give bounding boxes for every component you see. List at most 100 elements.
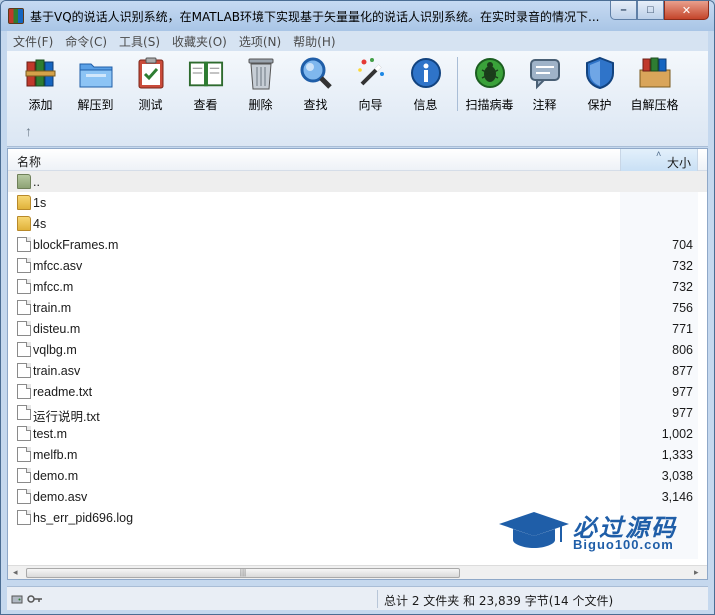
- protect-button[interactable]: 保护: [572, 55, 627, 113]
- watermark-subtitle: Biguo100.com: [573, 537, 674, 552]
- file-name: vqlbg.m: [33, 343, 77, 357]
- comment-button[interactable]: 注释: [517, 55, 572, 113]
- file-row[interactable]: ..: [8, 171, 707, 192]
- sfx-button[interactable]: 自解压格: [627, 55, 682, 113]
- menu-commands[interactable]: 命令(C): [59, 33, 113, 50]
- add-label: 添加: [28, 98, 53, 112]
- file-rows: .. 1s 4s blockFrames.m 704 mfcc.asv 732 mfcc.m 7…: [8, 171, 707, 528]
- scan-virus-button[interactable]: 扫描病毒: [462, 55, 517, 113]
- scroll-right-arrow[interactable]: ▸: [694, 567, 699, 578]
- file-icon: [17, 426, 31, 441]
- parent-folder-icon: [17, 174, 31, 189]
- file-row[interactable]: 1s: [8, 192, 707, 213]
- comment-icon: [527, 55, 563, 91]
- file-name: train.m: [33, 301, 72, 315]
- title-bar[interactable]: 基于VQ的说话人识别系统，在MATLAB环境下实现基于矢量量化的说话人识别系统。…: [1, 1, 714, 31]
- file-icon: [17, 342, 31, 357]
- info-label: 信息: [413, 98, 438, 112]
- status-icons: [11, 593, 43, 605]
- file-size: 877: [672, 364, 693, 378]
- file-icon: [17, 468, 31, 483]
- info-button[interactable]: 信息: [398, 55, 453, 113]
- file-row[interactable]: 运行说明.txt 977: [8, 402, 707, 424]
- file-icon: [17, 405, 31, 420]
- view-button[interactable]: 查看: [178, 55, 233, 113]
- magic-wand-icon: [353, 55, 389, 91]
- file-icon: [17, 489, 31, 504]
- menu-tools[interactable]: 工具(S): [113, 33, 166, 50]
- status-bar: 总计 2 文件夹 和 23,839 字节(14 个文件): [7, 586, 708, 610]
- up-folder-icon[interactable]: ↑: [25, 123, 32, 139]
- file-row[interactable]: mfcc.asv 732: [8, 255, 707, 276]
- file-row[interactable]: mfcc.m 732: [8, 276, 707, 297]
- file-icon: [17, 279, 31, 294]
- open-book-icon: [188, 55, 224, 91]
- file-icon: [17, 447, 31, 462]
- find-label: 查找: [303, 98, 328, 112]
- file-name: 1s: [33, 196, 47, 210]
- test-button[interactable]: 测试: [123, 55, 178, 113]
- wizard-button[interactable]: 向导: [343, 55, 398, 113]
- file-size: 704: [672, 238, 693, 252]
- menu-bar: 文件(F) 命令(C) 工具(S) 收藏夹(O) 选项(N) 帮助(H): [7, 31, 708, 51]
- file-name: hs_err_pid696.log: [33, 511, 134, 525]
- file-icon: [17, 363, 31, 378]
- scroll-left-arrow[interactable]: ◂: [13, 567, 18, 578]
- file-row[interactable]: train.asv 877: [8, 360, 707, 381]
- column-header-name[interactable]: 名称: [17, 153, 41, 170]
- file-icon: [17, 321, 31, 336]
- key-icon[interactable]: [27, 593, 43, 605]
- trash-icon: [243, 55, 279, 91]
- menu-options[interactable]: 选项(N): [233, 33, 287, 50]
- file-icon: [17, 510, 31, 525]
- file-row[interactable]: train.m 756: [8, 297, 707, 318]
- window-title: 基于VQ的说话人识别系统，在MATLAB环境下实现基于矢量量化的说话人识别系统。…: [30, 9, 600, 24]
- file-name: mfcc.asv: [33, 259, 83, 273]
- winrar-app-icon[interactable]: [8, 8, 24, 24]
- file-size: 3,146: [661, 490, 693, 504]
- wizard-label: 向导: [358, 98, 383, 112]
- file-row[interactable]: readme.txt 977: [8, 381, 707, 402]
- file-row[interactable]: melfb.m 1,333: [8, 444, 707, 465]
- file-name: melfb.m: [33, 448, 78, 462]
- add-button[interactable]: 添加: [13, 55, 68, 113]
- horizontal-scrollbar[interactable]: ◂ ||| ▸: [8, 565, 707, 579]
- file-name: test.m: [33, 427, 68, 441]
- file-size: 732: [672, 259, 693, 273]
- status-summary: 总计 2 文件夹 和 23,839 字节(14 个文件): [384, 594, 614, 608]
- file-size: 977: [672, 385, 693, 399]
- file-row[interactable]: demo.m 3,038: [8, 465, 707, 486]
- delete-label: 删除: [248, 98, 273, 112]
- scrollbar-thumb[interactable]: |||: [26, 568, 460, 578]
- close-button[interactable]: ✕: [664, 1, 709, 20]
- shield-icon: [582, 55, 618, 91]
- virus-scan-icon: [472, 55, 508, 91]
- maximize-button[interactable]: □: [637, 1, 664, 20]
- file-row[interactable]: test.m 1,002: [8, 423, 707, 444]
- file-row[interactable]: 4s: [8, 213, 707, 234]
- books-icon: [23, 55, 59, 91]
- menu-help[interactable]: 帮助(H): [287, 33, 341, 50]
- folder-icon: [17, 195, 31, 210]
- sort-ascending-icon: ˄: [656, 149, 662, 159]
- file-row[interactable]: vqlbg.m 806: [8, 339, 707, 360]
- file-name: demo.asv: [33, 490, 88, 504]
- info-icon: [408, 55, 444, 91]
- delete-button[interactable]: 删除: [233, 55, 288, 113]
- minimize-button[interactable]: –: [610, 1, 637, 20]
- file-row[interactable]: disteu.m 771: [8, 318, 707, 339]
- drive-icon[interactable]: [11, 593, 23, 605]
- extract-to-button[interactable]: 解压到: [68, 55, 123, 113]
- file-size: 1,333: [661, 448, 693, 462]
- file-size: 806: [672, 343, 693, 357]
- menu-favorites[interactable]: 收藏夹(O): [166, 33, 233, 50]
- file-row[interactable]: demo.asv 3,146: [8, 486, 707, 507]
- file-name: ..: [33, 175, 40, 189]
- file-icon: [17, 258, 31, 273]
- file-row[interactable]: blockFrames.m 704: [8, 234, 707, 255]
- toolbar: 添加 解压到 测试 查看 删除 查找 向导 信息 扫描病毒 注释 保护 自解压格…: [7, 51, 708, 147]
- menu-file[interactable]: 文件(F): [7, 33, 59, 50]
- toolbar-separator: [457, 57, 458, 111]
- graduation-cap-icon: [497, 510, 571, 553]
- find-button[interactable]: 查找: [288, 55, 343, 113]
